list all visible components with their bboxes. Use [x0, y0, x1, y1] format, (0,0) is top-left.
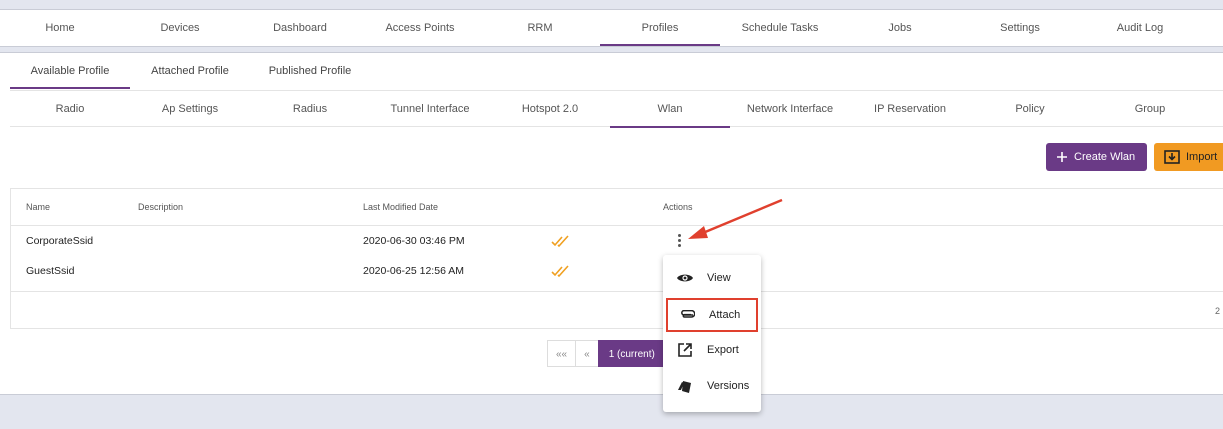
tab-tunnel-interface[interactable]: Tunnel Interface [370, 91, 490, 127]
tab-ap-settings[interactable]: Ap Settings [130, 91, 250, 127]
nav-jobs[interactable]: Jobs [840, 10, 960, 46]
row-count: 2 [1214, 306, 1220, 316]
nav-rrm[interactable]: RRM [480, 10, 600, 46]
wlan-table: Name Description Last Modified Date Acti… [10, 188, 1223, 329]
current-page-button[interactable]: 1 (current) [597, 340, 666, 367]
menu-label: Attach [709, 309, 741, 321]
pagination: «« « 1 (current) [547, 340, 666, 367]
header-last-modified[interactable]: Last Modified Date [363, 189, 438, 226]
tab-policy[interactable]: Policy [970, 91, 1090, 127]
tab-ip-reservation[interactable]: IP Reservation [850, 91, 970, 127]
row-name: CorporateSsid [26, 235, 94, 247]
header-name[interactable]: Name [26, 189, 50, 226]
create-wlan-label: Create Wlan [1074, 151, 1136, 163]
header-description[interactable]: Description [138, 189, 183, 226]
nav-profiles[interactable]: Profiles [600, 10, 720, 46]
top-strip [0, 0, 1223, 9]
prev-page-button[interactable]: « [575, 340, 599, 367]
table-row: GuestSsid 2020-06-25 12:56 AM [11, 256, 1223, 286]
nav-settings[interactable]: Settings [960, 10, 1080, 46]
row-actions-kebab-icon[interactable] [676, 234, 682, 248]
tab-available-profile[interactable]: Available Profile [10, 53, 130, 89]
tab-network-interface[interactable]: Network Interface [730, 91, 850, 127]
double-check-icon [551, 234, 571, 253]
menu-label: View [707, 272, 731, 284]
profile-tabs: Available Profile Attached Profile Publi… [10, 53, 370, 89]
create-wlan-button[interactable]: Create Wlan [1046, 143, 1147, 171]
eye-icon [663, 272, 707, 284]
double-check-icon [551, 264, 571, 283]
menu-label: Versions [707, 380, 750, 392]
content-panel: Available Profile Attached Profile Publi… [0, 52, 1223, 395]
import-icon [1164, 150, 1180, 164]
versions-icon [663, 378, 707, 394]
page-bottom [0, 396, 1223, 429]
row-modified: 2020-06-25 12:56 AM [363, 265, 464, 277]
tab-published-profile[interactable]: Published Profile [250, 53, 370, 89]
menu-label: Export [707, 344, 739, 356]
tab-radius[interactable]: Radius [250, 91, 370, 127]
paperclip-icon [665, 310, 709, 320]
tab-attached-profile[interactable]: Attached Profile [130, 53, 250, 89]
external-link-icon [663, 343, 707, 357]
import-button[interactable]: Import [1154, 143, 1223, 171]
tab-hotspot[interactable]: Hotspot 2.0 [490, 91, 610, 127]
tab-radio[interactable]: Radio [10, 91, 130, 127]
first-page-button[interactable]: «« [547, 340, 577, 367]
main-nav: Home Devices Dashboard Access Points RRM… [0, 9, 1223, 47]
table-row: CorporateSsid 2020-06-30 03:46 PM [11, 226, 1223, 256]
menu-item-attach[interactable]: Attach [665, 297, 759, 333]
nav-audit-log[interactable]: Audit Log [1080, 10, 1200, 46]
menu-item-view[interactable]: View [663, 260, 761, 296]
tab-group[interactable]: Group [1090, 91, 1210, 127]
menu-item-export[interactable]: Export [663, 332, 761, 368]
tab-wlan[interactable]: Wlan [610, 91, 730, 128]
nav-access-points[interactable]: Access Points [360, 10, 480, 46]
profile-type-tabs: Radio Ap Settings Radius Tunnel Interfac… [10, 90, 1223, 128]
nav-schedule-tasks[interactable]: Schedule Tasks [720, 10, 840, 46]
row-modified: 2020-06-30 03:46 PM [363, 235, 465, 247]
row-name: GuestSsid [26, 265, 75, 277]
header-actions: Actions [663, 202, 693, 212]
menu-item-versions[interactable]: Versions [663, 368, 761, 404]
actions-menu: View Attach Export Versions [663, 255, 761, 412]
table-header: Name Description Last Modified Date Acti… [11, 189, 1223, 226]
table-footer: 2 [11, 291, 1223, 329]
nav-devices[interactable]: Devices [120, 10, 240, 46]
nav-home[interactable]: Home [0, 10, 120, 46]
nav-dashboard[interactable]: Dashboard [240, 10, 360, 46]
import-label: Import [1186, 151, 1218, 163]
plus-icon [1056, 151, 1068, 163]
